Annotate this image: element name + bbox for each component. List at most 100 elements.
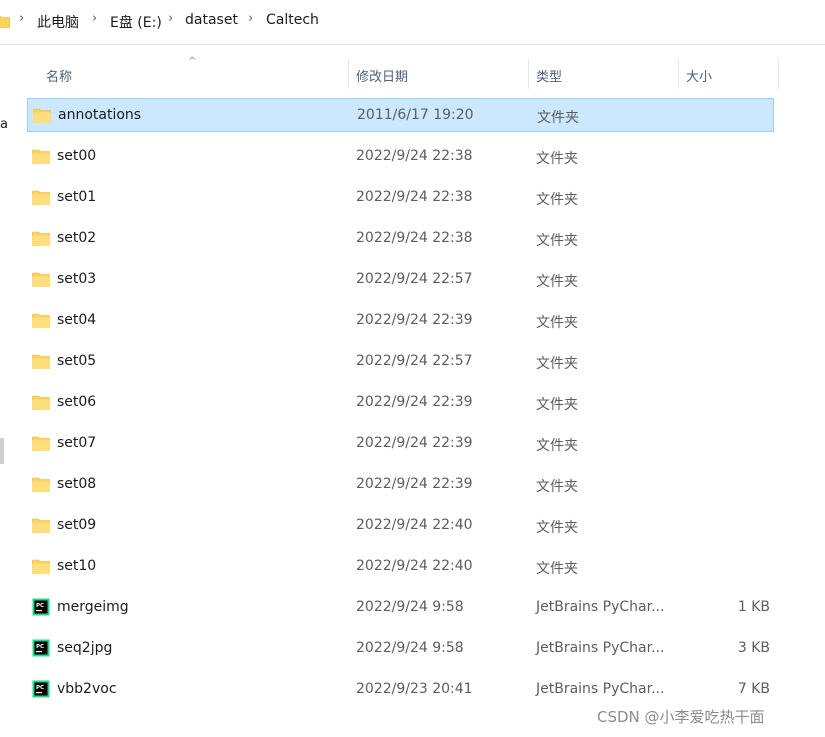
folder-icon <box>0 15 10 28</box>
nav-pane-scrollbar[interactable] <box>0 438 4 464</box>
file-row[interactable]: set02 2022/9/24 22:38 文件夹 <box>27 222 774 256</box>
file-date: 2022/9/24 22:39 <box>356 394 473 410</box>
file-name: set01 <box>57 189 97 205</box>
folder-icon <box>32 559 50 574</box>
column-header-date[interactable]: 修改日期 <box>356 66 408 85</box>
column-header-row: ^ 名称 修改日期 类型 大小 <box>0 57 825 91</box>
file-name: set06 <box>57 394 97 410</box>
file-date: 2022/9/24 22:40 <box>356 558 473 574</box>
file-size: 7 KB <box>737 681 770 697</box>
watermark: CSDN @小李爱吃热干面 <box>597 708 765 726</box>
file-name: set04 <box>57 312 97 328</box>
file-date: 2022/9/24 22:38 <box>356 189 473 205</box>
file-name: mergeimg <box>57 599 129 615</box>
file-size: 1 KB <box>737 599 770 615</box>
file-row[interactable]: PC vbb2voc 2022/9/23 20:41 JetBrains PyC… <box>27 673 774 707</box>
pycharm-file-icon: PC <box>32 598 50 616</box>
column-header-size[interactable]: 大小 <box>686 66 712 85</box>
file-name: set05 <box>57 353 97 369</box>
column-divider[interactable] <box>678 59 679 89</box>
column-divider[interactable] <box>778 59 779 89</box>
file-date: 2022/9/23 20:41 <box>356 681 473 697</box>
file-date: 2022/9/24 9:58 <box>356 640 464 656</box>
file-type: 文件夹 <box>536 397 578 413</box>
folder-icon <box>32 518 50 533</box>
file-date: 2022/9/24 9:58 <box>356 599 464 615</box>
file-row[interactable]: set00 2022/9/24 22:38 文件夹 <box>27 140 774 174</box>
file-row[interactable]: PC seq2jpg 2022/9/24 9:58 JetBrains PyCh… <box>27 632 774 666</box>
chevron-right-icon[interactable]: › <box>92 11 97 26</box>
file-type: 文件夹 <box>536 356 578 372</box>
svg-text:PC: PC <box>36 685 44 691</box>
svg-text:PC: PC <box>36 603 44 609</box>
nav-pane-item[interactable]: a <box>0 117 8 132</box>
file-type: JetBrains PyChar... <box>536 599 665 615</box>
file-row[interactable]: set04 2022/9/24 22:39 文件夹 <box>27 304 774 338</box>
folder-icon <box>32 477 50 492</box>
folder-icon <box>32 190 50 205</box>
folder-icon <box>32 354 50 369</box>
file-date: 2022/9/24 22:39 <box>356 435 473 451</box>
file-type: 文件夹 <box>537 110 579 126</box>
file-row[interactable]: PC mergeimg 2022/9/24 9:58 JetBrains PyC… <box>27 591 774 625</box>
file-type: 文件夹 <box>536 520 578 536</box>
file-name: seq2jpg <box>57 640 113 656</box>
file-date: 2011/6/17 19:20 <box>357 107 474 123</box>
breadcrumb-dataset[interactable]: dataset <box>185 12 238 28</box>
file-type: 文件夹 <box>536 233 578 249</box>
file-name: annotations <box>58 107 142 123</box>
folder-icon <box>32 395 50 410</box>
column-divider[interactable] <box>348 59 349 89</box>
breadcrumb-this-pc[interactable]: 此电脑 <box>37 12 79 32</box>
file-name: vbb2voc <box>57 681 117 697</box>
file-name: set07 <box>57 435 97 451</box>
svg-text:PC: PC <box>36 644 44 650</box>
file-date: 2022/9/24 22:40 <box>356 517 473 533</box>
breadcrumb-drive-e[interactable]: E盘 (E:) <box>110 12 162 32</box>
file-row[interactable]: set03 2022/9/24 22:57 文件夹 <box>27 263 774 297</box>
file-type: 文件夹 <box>536 151 578 167</box>
file-date: 2022/9/24 22:57 <box>356 271 473 287</box>
file-row[interactable]: set07 2022/9/24 22:39 文件夹 <box>27 427 774 461</box>
file-row[interactable]: set10 2022/9/24 22:40 文件夹 <box>27 550 774 584</box>
file-row[interactable]: set09 2022/9/24 22:40 文件夹 <box>27 509 774 543</box>
file-type: 文件夹 <box>536 479 578 495</box>
chevron-right-icon[interactable]: › <box>248 11 253 26</box>
file-type: 文件夹 <box>536 315 578 331</box>
file-type: JetBrains PyChar... <box>536 681 665 697</box>
chevron-right-icon[interactable]: › <box>168 11 173 26</box>
address-bar[interactable]: › 此电脑 › E盘 (E:) › dataset › Caltech <box>0 0 825 45</box>
file-name: set03 <box>57 271 97 287</box>
file-type: 文件夹 <box>536 192 578 208</box>
file-type: 文件夹 <box>536 274 578 290</box>
file-date: 2022/9/24 22:57 <box>356 353 473 369</box>
file-row[interactable]: set06 2022/9/24 22:39 文件夹 <box>27 386 774 420</box>
file-date: 2022/9/24 22:39 <box>356 476 473 492</box>
file-date: 2022/9/24 22:39 <box>356 312 473 328</box>
column-header-type[interactable]: 类型 <box>536 66 562 85</box>
column-divider[interactable] <box>528 59 529 89</box>
folder-icon <box>33 108 51 123</box>
file-name: set02 <box>57 230 97 246</box>
file-name: set00 <box>57 148 97 164</box>
pycharm-file-icon: PC <box>32 639 50 657</box>
folder-icon <box>32 149 50 164</box>
file-type: 文件夹 <box>536 438 578 454</box>
file-row[interactable]: set01 2022/9/24 22:38 文件夹 <box>27 181 774 215</box>
file-name: set08 <box>57 476 97 492</box>
file-row[interactable]: set05 2022/9/24 22:57 文件夹 <box>27 345 774 379</box>
sort-ascending-icon: ^ <box>188 56 197 67</box>
file-type: 文件夹 <box>536 561 578 577</box>
file-row[interactable]: set08 2022/9/24 22:39 文件夹 <box>27 468 774 502</box>
file-name: set10 <box>57 558 97 574</box>
pycharm-file-icon: PC <box>32 680 50 698</box>
breadcrumb-caltech[interactable]: Caltech <box>266 12 319 28</box>
folder-icon <box>32 231 50 246</box>
file-name: set09 <box>57 517 97 533</box>
file-row[interactable]: annotations 2011/6/17 19:20 文件夹 <box>27 98 774 132</box>
file-size: 3 KB <box>737 640 770 656</box>
folder-icon <box>32 272 50 287</box>
folder-icon <box>32 313 50 328</box>
column-header-name[interactable]: 名称 <box>46 66 72 85</box>
chevron-right-icon: › <box>19 11 25 26</box>
